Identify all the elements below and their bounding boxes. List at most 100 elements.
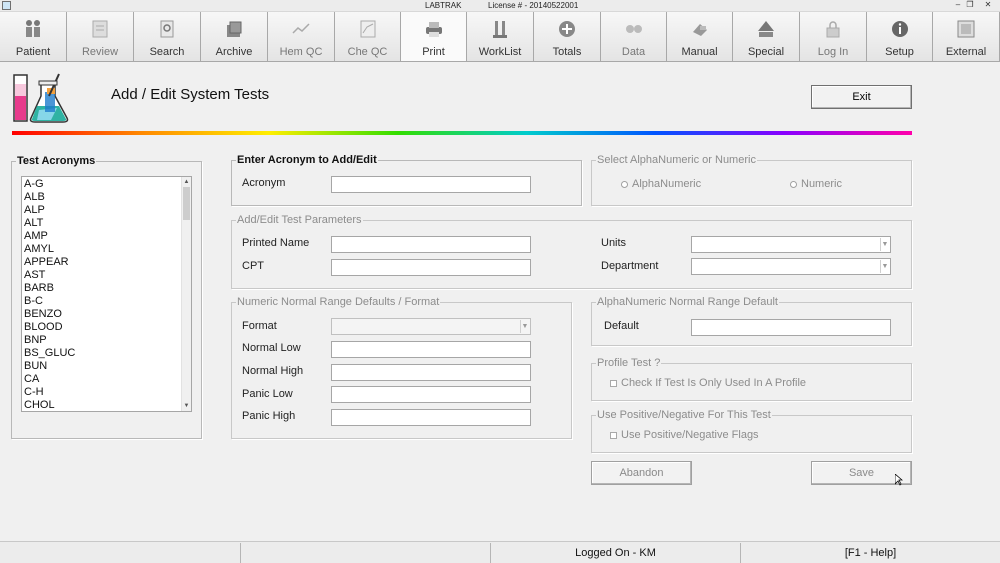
toolbar-label: Special: [747, 46, 785, 58]
toolbar-label: Log In: [817, 46, 849, 58]
toolbar-external-button[interactable]: External: [933, 12, 1000, 62]
print-icon: [425, 22, 442, 37]
numeric-range-legend: Numeric Normal Range Defaults / Format: [236, 296, 441, 308]
archive-icon: [227, 21, 242, 37]
profile-only-checkbox[interactable]: Check If Test Is Only Used In A Profile: [610, 377, 806, 389]
window-title: LABTRAK: [425, 1, 462, 10]
default-input[interactable]: [691, 319, 891, 336]
panic-low-input[interactable]: [331, 386, 531, 403]
numeric-radio[interactable]: Numeric: [790, 178, 842, 190]
list-item[interactable]: AMYL: [24, 243, 179, 256]
test-acronyms-list[interactable]: A-G ALB ALP ALT AMP AMYL APPEAR AST BARB B-C BENZO…: [21, 176, 192, 412]
toolbar-special-button[interactable]: Special: [733, 12, 800, 62]
license-number: License # - 20140522001: [488, 1, 579, 10]
toolbar-hem-qc-button[interactable]: Hem QC: [268, 12, 335, 62]
pos-neg-checkbox[interactable]: Use Positive/Negative Flags: [610, 429, 759, 441]
labtrak-logo: [13, 73, 69, 123]
hem-qc-icon: [292, 23, 310, 34]
list-item[interactable]: BS_GLUC: [24, 347, 179, 360]
acronym-input[interactable]: [331, 176, 531, 193]
people-icon: [26, 20, 40, 37]
toolbar-totals-button[interactable]: Totals: [534, 12, 601, 62]
department-label: Department: [601, 260, 659, 272]
worklist-icon: [493, 21, 507, 38]
units-label: Units: [601, 237, 627, 249]
alphanumeric-label: AlphaNumeric: [632, 178, 702, 190]
mouse-cursor-icon: [895, 474, 903, 486]
list-item[interactable]: APPEAR: [24, 256, 179, 269]
format-select[interactable]: ▼: [331, 318, 531, 335]
alphanumeric-radio[interactable]: AlphaNumeric: [621, 178, 701, 190]
toolbar-manual-button[interactable]: Manual: [667, 12, 733, 62]
toolbar-patient-button[interactable]: Patient: [0, 12, 67, 62]
list-item[interactable]: A-G: [24, 178, 179, 191]
restore-button[interactable]: ❐: [964, 0, 976, 10]
list-item[interactable]: CHOL: [24, 399, 179, 411]
list-item[interactable]: AMP: [24, 230, 179, 243]
info-icon: [891, 21, 908, 37]
printed-name-input[interactable]: [331, 236, 531, 253]
toolbar-worklist-button[interactable]: WorkList: [467, 12, 534, 62]
toolbar-label: Search: [149, 46, 185, 58]
panic-high-input[interactable]: [331, 409, 531, 426]
data-icon: [625, 25, 642, 33]
exit-button[interactable]: Exit: [811, 85, 912, 109]
radio-icon: [621, 180, 628, 188]
scroll-thumb[interactable]: [183, 187, 190, 220]
minimize-button[interactable]: –: [952, 0, 964, 10]
toolbar-review-button[interactable]: Review: [67, 12, 134, 62]
test-params-legend: Add/Edit Test Parameters: [236, 214, 363, 226]
list-item[interactable]: AST: [24, 269, 179, 282]
toolbar-log-in-button[interactable]: Log In: [800, 12, 867, 62]
list-item[interactable]: ALB: [24, 191, 179, 204]
list-item[interactable]: ALT: [24, 217, 179, 230]
normal-low-input[interactable]: [331, 341, 531, 358]
toolbar-data-button[interactable]: Data: [601, 12, 667, 62]
units-select[interactable]: ▼: [691, 236, 891, 253]
normal-high-input[interactable]: [331, 364, 531, 381]
save-label: Save: [848, 467, 875, 479]
list-item[interactable]: ALP: [24, 204, 179, 217]
manual-icon: [692, 24, 707, 36]
toolbar-archive-button[interactable]: Archive: [201, 12, 268, 62]
list-item[interactable]: BARB: [24, 282, 179, 295]
toolbar-label: Review: [81, 46, 119, 58]
list-scrollbar[interactable]: ▲ ▼: [181, 177, 191, 411]
alpha-range-legend: AlphaNumeric Normal Range Default: [596, 296, 779, 308]
normal-high-label: Normal High: [242, 365, 304, 377]
toolbar-label: Hem QC: [279, 46, 323, 58]
list-item[interactable]: B-C: [24, 295, 179, 308]
format-label: Format: [242, 320, 277, 332]
abandon-button[interactable]: Abandon: [591, 461, 692, 485]
close-button[interactable]: ✕: [982, 0, 994, 10]
select-type-legend: Select AlphaNumeric or Numeric: [596, 154, 757, 166]
che-qc-icon: [360, 20, 375, 38]
pos-neg-label: Use Positive/Negative Flags: [621, 429, 759, 441]
toolbar-label: Archive: [215, 46, 253, 58]
profile-only-label: Check If Test Is Only Used In A Profile: [621, 377, 807, 389]
list-item[interactable]: C-H: [24, 386, 179, 399]
department-select[interactable]: ▼: [691, 258, 891, 275]
status-cell-2: [240, 543, 490, 563]
list-item[interactable]: BENZO: [24, 308, 179, 321]
toolbar-label: Manual: [681, 46, 718, 58]
toolbar-label: External: [945, 46, 987, 58]
scroll-down-icon[interactable]: ▼: [182, 401, 191, 411]
list-item[interactable]: BNP: [24, 334, 179, 347]
toolbar-print-button[interactable]: Print: [401, 12, 467, 62]
toolbar-setup-button[interactable]: Setup: [867, 12, 933, 62]
lock-icon: [826, 21, 840, 38]
acronym-label: Acronym: [242, 177, 286, 189]
chevron-down-icon: ▼: [880, 260, 889, 273]
page-title: Add / Edit System Tests: [111, 86, 270, 103]
toolbar-search-button[interactable]: Search: [134, 12, 201, 62]
list-item[interactable]: CA: [24, 373, 179, 386]
profile-test-legend: Profile Test ?: [596, 357, 662, 369]
list-item[interactable]: BUN: [24, 360, 179, 373]
cpt-input[interactable]: [331, 259, 531, 276]
scroll-up-icon[interactable]: ▲: [182, 177, 191, 187]
list-item[interactable]: BLOOD: [24, 321, 179, 334]
help-status: [F1 - Help]: [740, 543, 1000, 563]
toolbar-che-qc-button[interactable]: Che QC: [335, 12, 401, 62]
special-icon: [758, 21, 774, 37]
